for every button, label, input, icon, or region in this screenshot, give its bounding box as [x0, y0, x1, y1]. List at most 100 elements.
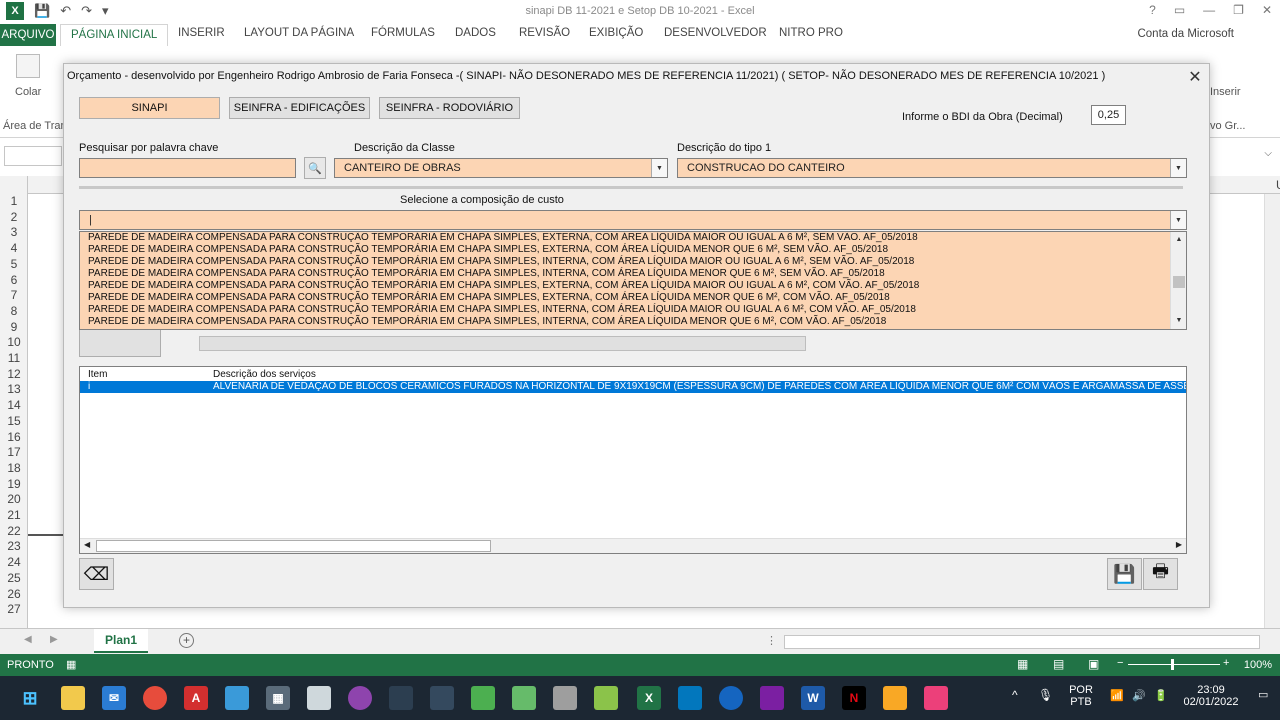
insert-cells-label[interactable]: Inserir	[1210, 86, 1241, 98]
normal-view-icon[interactable]: ▦	[1017, 657, 1028, 671]
row-header[interactable]: 26	[0, 587, 28, 601]
minimize-icon[interactable]: —	[1203, 3, 1215, 17]
search-input[interactable]	[79, 158, 296, 178]
services-grid[interactable]: Item Descrição dos serviços i ALVENARIA …	[79, 366, 1187, 554]
row-header[interactable]: 13	[0, 382, 28, 396]
list-item[interactable]: PAREDE DE MADEIRA COMPENSADA PARA CONSTR…	[88, 304, 916, 316]
row-header[interactable]: 17	[0, 445, 28, 459]
list-scrollbar[interactable]: ▲ ▼	[1170, 232, 1186, 329]
battery-icon[interactable]: 🔋	[1154, 689, 1168, 702]
column-header-u[interactable]: U	[1276, 178, 1280, 192]
app-icon[interactable]	[389, 686, 413, 710]
account-link[interactable]: Conta da Microsoft	[1137, 28, 1234, 40]
tab-page-layout[interactable]: LAYOUT DA PÁGINA	[244, 27, 354, 39]
grid-horizontal-scrollbar[interactable]: ◀ ▶	[80, 538, 1186, 553]
row-header[interactable]: 21	[0, 508, 28, 522]
zoom-out-icon[interactable]: −	[1117, 657, 1123, 669]
restore-icon[interactable]: ❐	[1233, 3, 1244, 17]
tools-icon[interactable]	[678, 686, 702, 710]
chevron-down-icon[interactable]: ▼	[651, 159, 667, 177]
zoom-slider-thumb[interactable]	[1171, 659, 1174, 670]
add-sheet-button[interactable]: +	[179, 633, 194, 648]
row-header[interactable]: 11	[0, 351, 28, 365]
list-item[interactable]: PAREDE DE MADEIRA COMPENSADA PARA CONSTR…	[88, 268, 885, 280]
calculator-icon[interactable]: ▦	[266, 686, 290, 710]
row-header[interactable]: 18	[0, 461, 28, 475]
tab-nitro-pro[interactable]: NITRO PRO	[779, 27, 843, 39]
photos-icon[interactable]	[924, 686, 948, 710]
vertical-scrollbar[interactable]	[1264, 194, 1280, 628]
row-header[interactable]: 9	[0, 320, 28, 334]
grid-scroll-thumb[interactable]	[96, 540, 491, 552]
mail-icon[interactable]: ✉	[102, 686, 126, 710]
tipo-select[interactable]: CONSTRUCAO DO CANTEIRO ▼	[677, 158, 1187, 178]
row-header[interactable]: 10	[0, 335, 28, 349]
netflix-icon[interactable]: N	[842, 686, 866, 710]
row-header[interactable]: 25	[0, 571, 28, 585]
row-header[interactable]: 12	[0, 367, 28, 381]
microphone-icon[interactable]: 🎙	[1038, 688, 1053, 702]
wifi-icon[interactable]: 📶	[1110, 689, 1124, 702]
notifications-icon[interactable]: ▭	[1258, 688, 1268, 701]
row-header[interactable]: 19	[0, 477, 28, 491]
ribbon-options-icon[interactable]: ▭	[1174, 3, 1185, 17]
tab-file[interactable]: ARQUIVO	[0, 24, 56, 46]
scroll-thumb[interactable]	[1173, 276, 1185, 288]
scroll-left-icon[interactable]: ◀	[84, 540, 90, 549]
row-header[interactable]: 3	[0, 225, 28, 239]
prev-sheet-icon[interactable]: ◀	[24, 634, 32, 645]
zoom-in-icon[interactable]: +	[1223, 657, 1229, 669]
print-preview-button[interactable]	[79, 326, 161, 357]
page-break-view-icon[interactable]: ▣	[1088, 657, 1099, 671]
edge-icon[interactable]	[719, 686, 743, 710]
tab-formulas[interactable]: FÓRMULAS	[371, 27, 435, 39]
scroll-up-icon[interactable]: ▲	[1173, 234, 1185, 246]
name-box[interactable]	[4, 146, 62, 166]
notes-icon[interactable]	[307, 686, 331, 710]
row-header[interactable]: 20	[0, 492, 28, 506]
scroll-right-icon[interactable]: ▶	[1176, 540, 1182, 549]
scroll-down-icon[interactable]: ▼	[1173, 315, 1185, 327]
zoom-level[interactable]: 100%	[1244, 659, 1272, 671]
row-header[interactable]: 15	[0, 414, 28, 428]
composicao-combobox[interactable]: | ▼	[79, 210, 1187, 230]
row-header[interactable]: 16	[0, 430, 28, 444]
page-layout-view-icon[interactable]: ▤	[1053, 657, 1064, 671]
chevron-down-icon[interactable]: ▼	[1170, 211, 1186, 229]
tab-data[interactable]: DADOS	[455, 27, 496, 39]
tab-review[interactable]: REVISÃO	[519, 27, 570, 39]
list-item[interactable]: PAREDE DE MADEIRA COMPENSADA PARA CONSTR…	[88, 316, 886, 328]
row-header[interactable]: 22	[0, 524, 28, 538]
windows-start-icon[interactable]: ⊞	[18, 686, 42, 710]
composicao-dropdown-list[interactable]: PAREDE DE MADEIRA COMPENSADA PARA CONSTR…	[79, 231, 1187, 330]
sketchup-icon[interactable]	[430, 686, 454, 710]
row-header[interactable]: 27	[0, 602, 28, 616]
row-header[interactable]: 2	[0, 210, 28, 224]
paste-label[interactable]: Colar	[15, 86, 41, 98]
show-hidden-icons[interactable]: ^	[1012, 688, 1018, 702]
tab-split-icon[interactable]: ⋮	[766, 634, 777, 647]
help-icon[interactable]: ?	[1149, 3, 1156, 17]
language-indicator[interactable]: POR PTB	[1066, 684, 1096, 708]
close-window-icon[interactable]: ✕	[1262, 3, 1272, 17]
tab-view[interactable]: EXIBIÇÃO	[589, 27, 643, 39]
next-sheet-icon[interactable]: ▶	[50, 634, 58, 645]
list-item[interactable]: PAREDE DE MADEIRA COMPENSADA PARA CONSTR…	[88, 232, 918, 244]
paint-icon[interactable]	[348, 686, 372, 710]
excel-taskbar-icon[interactable]: X	[637, 686, 661, 710]
row-header[interactable]: 14	[0, 398, 28, 412]
visual-studio-icon[interactable]	[760, 686, 784, 710]
tab-home[interactable]: PÁGINA INICIAL	[60, 24, 169, 47]
list-item[interactable]: PAREDE DE MADEIRA COMPENSADA PARA CONSTR…	[88, 244, 888, 256]
row-header[interactable]: 23	[0, 539, 28, 553]
planner-icon[interactable]	[512, 686, 536, 710]
chevron-down-icon[interactable]: ▼	[1170, 159, 1186, 177]
snip-icon[interactable]	[883, 686, 907, 710]
sheet-app-icon[interactable]	[553, 686, 577, 710]
list-item[interactable]: PAREDE DE MADEIRA COMPENSADA PARA CONSTR…	[88, 292, 890, 304]
horizontal-scrollbar[interactable]	[784, 635, 1260, 649]
acrobat-icon[interactable]: A	[184, 686, 208, 710]
sheet-tab-plan1[interactable]: Plan1	[94, 629, 148, 653]
tab-insert[interactable]: INSERIR	[178, 27, 225, 39]
row-header[interactable]: 7	[0, 288, 28, 302]
